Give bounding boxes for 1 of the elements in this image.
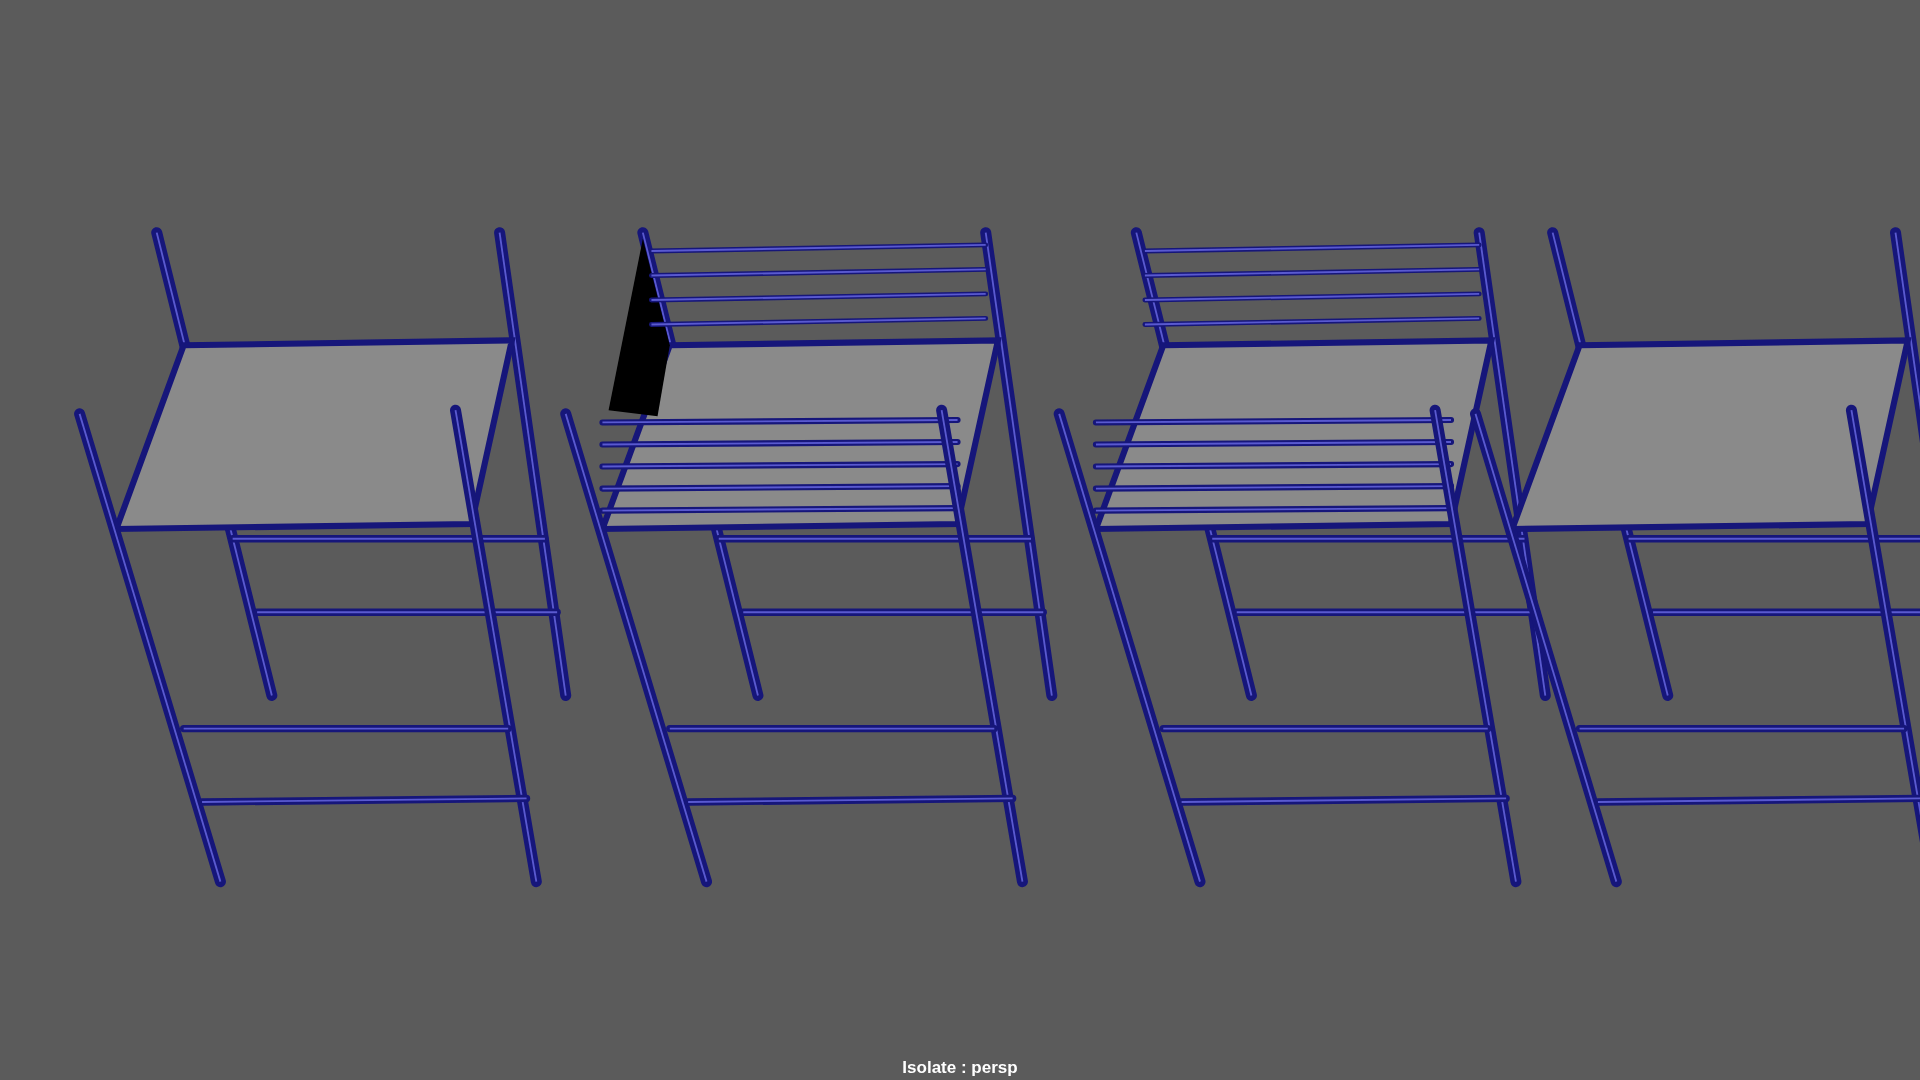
viewport-label: Isolate : persp — [902, 1058, 1018, 1078]
